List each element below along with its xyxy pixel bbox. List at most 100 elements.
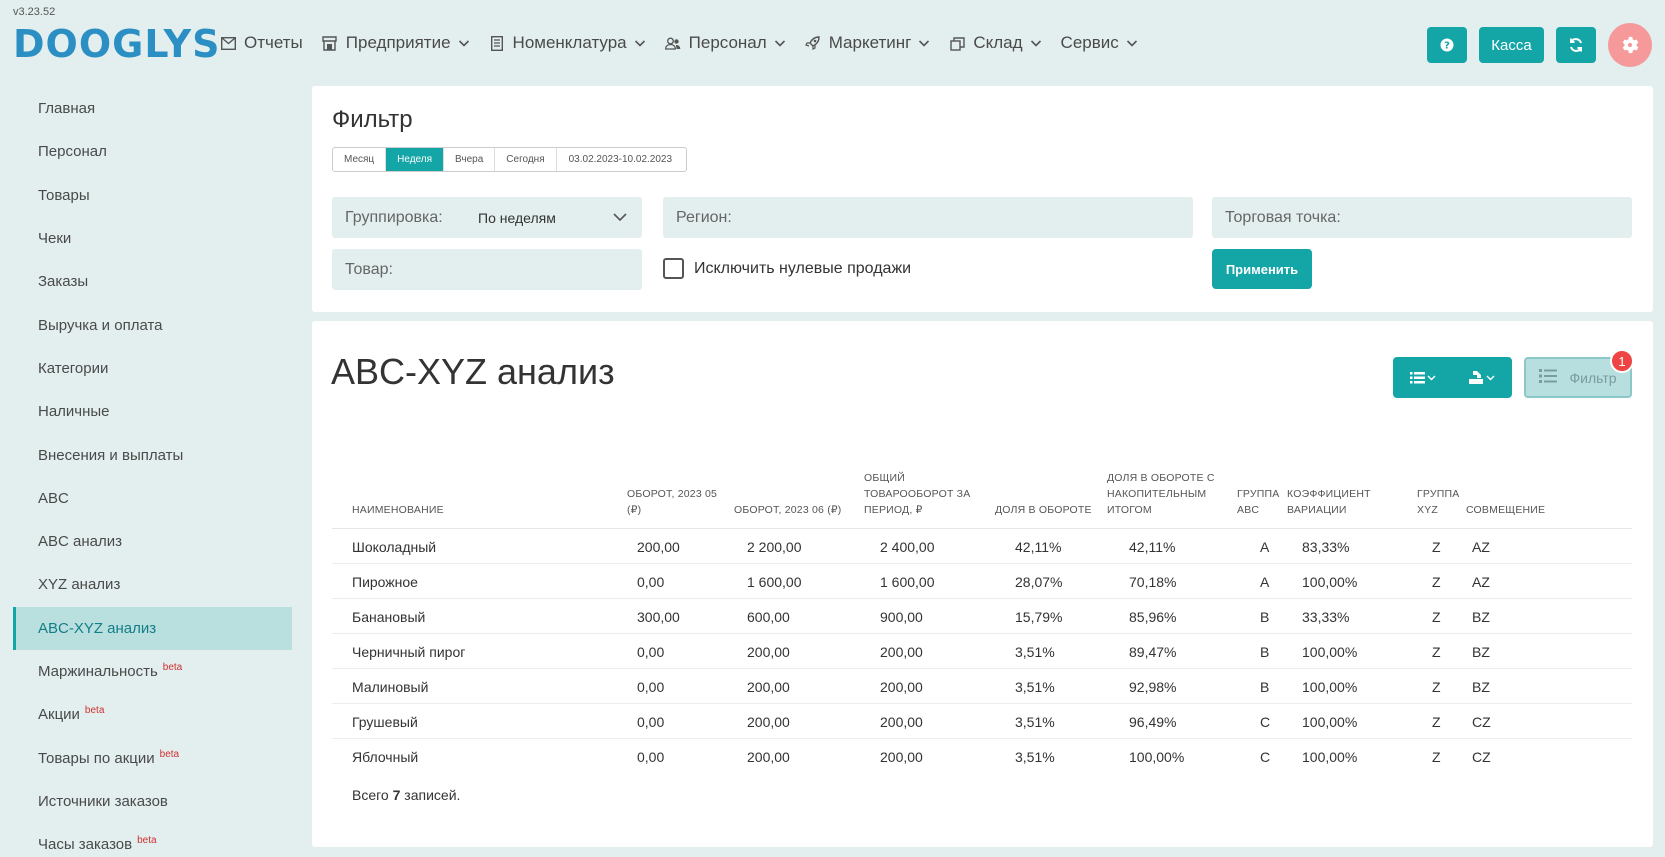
chevron-down-icon: [458, 37, 470, 49]
logo-text: DOOGLYS: [13, 22, 221, 66]
table-cell: 92,98%: [1129, 679, 1177, 695]
table-cell: 70,18%: [1129, 574, 1177, 590]
column-header[interactable]: ОБЩИЙ ТОВАРООБОРОТ ЗА ПЕРИОД, ₽: [864, 470, 994, 518]
outlet-select[interactable]: Торговая точка:: [1212, 197, 1632, 238]
sidebar-item-label: XYZ анализ: [38, 576, 121, 594]
period-option[interactable]: Вчера: [444, 148, 496, 171]
total-records: Всего 7 записей.: [352, 787, 460, 803]
nav-item-label: Сервис: [1060, 33, 1119, 52]
refresh-button[interactable]: [1556, 27, 1596, 63]
sidebar-item[interactable]: Источники заказов: [13, 780, 292, 823]
header-actions: ? Касса: [1427, 23, 1665, 67]
table-cell: 0,00: [637, 644, 665, 660]
svg-text:?: ?: [1444, 41, 1450, 52]
table-cell: Шоколадный: [352, 539, 437, 555]
table-cell: 42,11%: [1129, 539, 1176, 555]
sidebar-item[interactable]: Чеки: [13, 217, 292, 260]
total-prefix: Всего: [352, 787, 389, 803]
sidebar-item-label: Категории: [38, 359, 109, 377]
sidebar-item[interactable]: ABC: [13, 477, 292, 520]
sidebar-item[interactable]: Акции beta: [13, 693, 292, 736]
nav-item-label: Склад: [973, 33, 1023, 52]
export-menu-button[interactable]: [1453, 357, 1513, 398]
table-cell: CZ: [1472, 714, 1491, 730]
table-cell: C: [1260, 714, 1271, 730]
period-option[interactable]: Неделя: [386, 148, 445, 171]
table-cell: Яблочный: [352, 749, 419, 765]
sidebar-item-label: Наличные: [38, 403, 110, 421]
grouping-value: По неделям: [478, 209, 556, 226]
period-option[interactable]: Сегодня: [495, 148, 557, 171]
sidebar-item[interactable]: Часы заказов beta: [13, 823, 292, 857]
sidebar-item[interactable]: XYZ анализ: [13, 563, 292, 606]
nav-item[interactable]: Сервис: [1061, 33, 1138, 53]
sidebar-item[interactable]: Наличные: [13, 390, 292, 433]
settings-button[interactable]: [1608, 23, 1652, 67]
nav-item[interactable]: Персонал: [664, 33, 786, 53]
table-cell: 0,00: [637, 679, 665, 695]
sidebar-item[interactable]: ABC анализ: [13, 520, 292, 563]
column-header[interactable]: ОБОРОТ, 2023 05 (₽): [627, 486, 727, 518]
column-header[interactable]: ГРУППА XYZ: [1417, 486, 1462, 518]
table-cell: 2 200,00: [747, 539, 802, 555]
period-option[interactable]: Месяц: [333, 148, 387, 171]
report-panel: ABC-XYZ анализ Фильтр 1 НАИМЕНОВАНИЕ ОБОР…: [312, 321, 1653, 847]
nav-item[interactable]: Склад: [949, 33, 1041, 53]
table-cell: Z: [1432, 644, 1441, 660]
region-label: Регион:: [676, 208, 732, 226]
sidebar-item[interactable]: Товары по акции beta: [13, 736, 292, 779]
table-cell: 200,00: [637, 539, 680, 555]
exclude-zero-sales-checkbox[interactable]: Исключить нулевые продажи: [663, 258, 911, 279]
nav-item-label: Персонал: [688, 33, 767, 52]
table-cell: 200,00: [747, 644, 790, 660]
table-cell: 100,00%: [1302, 574, 1358, 590]
sidebar-item[interactable]: Внесения и выплаты: [13, 433, 292, 476]
column-header[interactable]: ДОЛЯ В ОБОРОТЕ: [995, 502, 1095, 518]
sidebar-item[interactable]: Маржинальность beta: [13, 650, 292, 693]
sidebar-item[interactable]: Заказы: [13, 260, 292, 303]
sidebar-item-label: Заказы: [38, 273, 89, 291]
grouping-select[interactable]: Группировка: По неделям: [332, 197, 642, 238]
product-label: Товар:: [345, 260, 393, 278]
nav-item[interactable]: Маркетинг: [805, 33, 931, 53]
kassa-button[interactable]: Касса: [1479, 27, 1544, 63]
sidebar-item[interactable]: Выручка и оплата: [13, 303, 292, 346]
column-header[interactable]: КОЭФФИЦИЕНТ ВАРИАЦИИ: [1287, 486, 1397, 518]
checkbox-box[interactable]: [663, 258, 684, 279]
nav-item-label: Номенклатура: [512, 33, 627, 52]
document-icon: [489, 35, 505, 51]
nav-item[interactable]: Номенклатура: [489, 33, 646, 53]
column-header[interactable]: НАИМЕНОВАНИЕ: [352, 502, 592, 518]
column-header[interactable]: ДОЛЯ В ОБОРОТЕ С НАКОПИТЕЛЬНЫМ ИТОГОМ: [1107, 470, 1227, 518]
column-header[interactable]: ГРУППА ABC: [1237, 486, 1282, 518]
table-cell: 96,49%: [1129, 714, 1177, 730]
table-cell: Z: [1432, 609, 1441, 625]
export-icon: [1469, 370, 1495, 384]
sidebar-item[interactable]: Товары: [13, 174, 292, 217]
table-cell: 300,00: [637, 609, 680, 625]
table-cell: B: [1260, 679, 1270, 695]
app-logo[interactable]: DOOGLYS: [13, 22, 221, 66]
columns-menu-button[interactable]: [1393, 357, 1453, 398]
period-option[interactable]: 03.02.2023-10.02.2023: [557, 148, 686, 171]
sidebar-item[interactable]: Категории: [13, 347, 292, 390]
nav-item[interactable]: Отчеты: [220, 33, 303, 53]
question-icon: ?: [1440, 38, 1454, 52]
table-cell: 1 600,00: [747, 574, 802, 590]
product-select[interactable]: Товар:: [332, 249, 642, 290]
table-cell: Z: [1432, 539, 1441, 555]
sidebar-item[interactable]: ABC-XYZ анализ: [13, 606, 292, 650]
table-tools: [1393, 357, 1512, 398]
table-row: Малиновый 0,00 200,00 200,00 3,51% 92,98% B 100…: [332, 669, 1632, 704]
sidebar-item-label: Выручка и оплата: [38, 316, 163, 334]
help-button[interactable]: ?: [1427, 27, 1467, 63]
sidebar-item[interactable]: Главная: [13, 87, 292, 130]
column-header[interactable]: ОБОРОТ, 2023 06 (₽): [734, 502, 844, 518]
nav-item[interactable]: Предприятие: [322, 33, 470, 53]
filter-button-label: Фильтр: [1569, 369, 1617, 386]
sidebar-item[interactable]: Персонал: [13, 130, 292, 173]
region-select[interactable]: Регион:: [663, 197, 1193, 238]
table-cell: B: [1260, 609, 1270, 625]
column-header[interactable]: СОВМЕЩЕНИЕ: [1466, 502, 1546, 518]
apply-button[interactable]: Применить: [1212, 249, 1312, 289]
